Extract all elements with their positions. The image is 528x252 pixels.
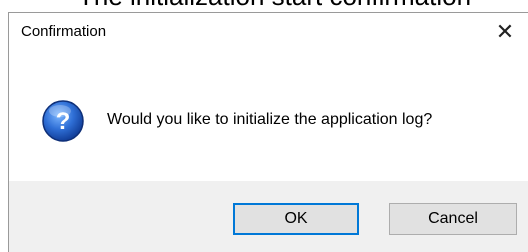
dialog-titlebar: Confirmation ✕: [9, 13, 528, 51]
page: The initialization start confirmation Co…: [0, 0, 528, 252]
caption-fragment: The initialization start confirmation: [78, 0, 471, 11]
close-icon: ✕: [495, 19, 515, 44]
cancel-button[interactable]: Cancel: [389, 203, 517, 235]
dialog-content: ? Would you like to initialize the appli…: [9, 51, 528, 181]
ok-button[interactable]: OK: [233, 203, 359, 235]
dialog-title: Confirmation: [21, 23, 107, 40]
question-icon: ?: [42, 100, 84, 142]
close-button[interactable]: ✕: [488, 17, 522, 47]
dialog-footer: OK Cancel: [9, 181, 528, 252]
confirmation-dialog: Confirmation ✕ ? Would you like to initi…: [8, 12, 528, 252]
dialog-message: Would you like to initialize the applica…: [107, 111, 433, 128]
svg-text:?: ?: [56, 108, 71, 135]
